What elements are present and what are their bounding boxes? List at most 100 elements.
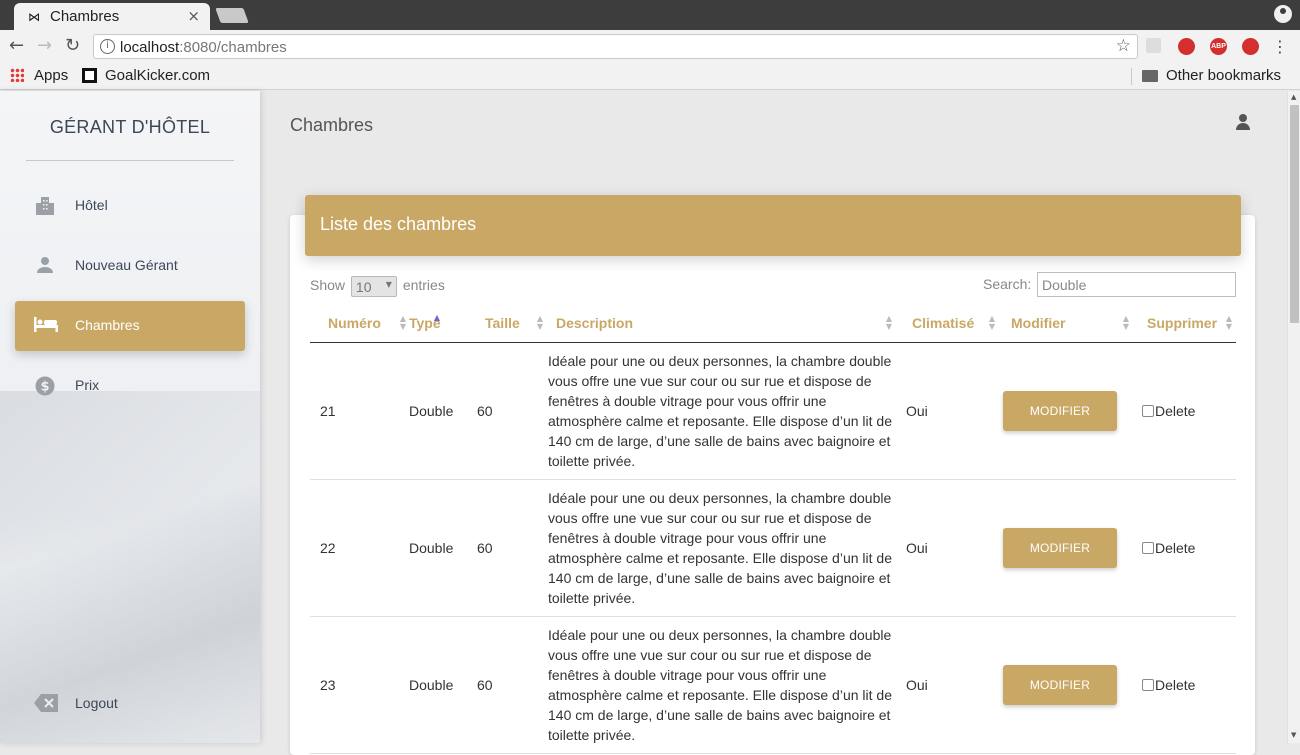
room-size: 60 [477,479,548,617]
table-row: 23 Double 60 Idéale pour une ou deux per… [310,616,1236,754]
bookmark-goalkicker[interactable]: GoalKicker.com [105,67,210,84]
browser-tab[interactable]: ⋈ Chambres × [14,3,210,30]
room-description: Idéale pour une ou deux personnes, la ch… [548,479,904,617]
column-header-type[interactable]: Type ▲ [409,304,477,343]
room-number-link[interactable]: 23 [310,616,409,754]
search-input[interactable] [1037,272,1236,297]
column-header-label: Modifier [1011,314,1066,331]
new-tab-button[interactable] [215,8,249,23]
back-arrow-icon[interactable]: ← [9,35,24,56]
modifier-button[interactable]: MODIFIER [1003,664,1117,705]
url-host: localhost [120,39,180,56]
brand-title[interactable]: GÉRANT D'HÔTEL [0,117,260,138]
delete-label: Delete [1155,402,1196,419]
sidebar-item-chambres[interactable]: Chambres [15,301,245,351]
browser-toolbar: ← → ↻ i localhost:8080/chambres ☆ ABP ⋮ [0,30,1300,63]
room-number-link[interactable]: 22 [310,479,409,617]
delete-label: Delete [1155,539,1196,556]
hand-stop-icon[interactable] [1178,38,1195,55]
bookmarks-separator [1131,68,1132,85]
column-header-climatise[interactable]: Climatisé ▲ ▼ [904,304,1003,343]
dropdown-arrow-icon: ▼ [385,280,392,289]
user-account-icon[interactable] [1235,113,1251,131]
show-label: Show [310,277,346,294]
folder-icon [1142,70,1158,82]
column-header-supprimer[interactable]: Supprimer ▲ ▼ [1139,304,1236,343]
sidebar-item-label: Nouveau Gérant [75,257,178,273]
sidebar: GÉRANT D'HÔTEL Hôtel Nouveau Gérant Cham… [0,91,260,743]
dollar-icon: $ [34,376,56,396]
room-description: Idéale pour une ou deux personnes, la ch… [548,616,904,754]
column-header-label: Supprimer [1147,314,1218,331]
delete-checkbox[interactable] [1142,678,1154,691]
scroll-down-icon[interactable]: ▼ [1291,731,1296,739]
column-header-numero[interactable]: Numéro ▲ ▼ [310,304,409,343]
info-icon[interactable]: i [100,39,115,54]
room-climatise: Oui [904,342,1003,480]
page-scrollbar[interactable]: ▲ ▼ [1287,91,1300,743]
entries-select[interactable]: 10 ▼ [350,276,397,297]
scroll-up-icon[interactable]: ▲ [1291,93,1296,101]
reload-icon[interactable]: ↻ [65,35,80,56]
modifier-button[interactable]: MODIFIER [1003,527,1117,568]
datatable-length: Show 10 ▼ entries [310,276,445,297]
readermode-icon[interactable] [1146,38,1161,53]
sort-icon: ▲ ▼ [1122,314,1129,331]
entries-select-value: 10 [355,279,372,295]
sidebar-item-hotel[interactable]: Hôtel [15,181,245,231]
building-icon [34,196,56,216]
rooms-table: Numéro ▲ ▼ Type ▲ Taille ▲ ▼ Description ▲ ▼ Cl… [310,304,1236,754]
search-label: Search: [983,276,1032,292]
sidebar-item-label: Chambres [75,317,140,333]
column-header-label: Description [556,314,634,331]
room-size: 60 [477,616,548,754]
delete-checkbox[interactable] [1142,404,1154,417]
person-icon [34,256,56,276]
column-header-modifier[interactable]: Modifier ▲ ▼ [1003,304,1139,343]
room-size: 60 [477,342,548,480]
profile-icon[interactable] [1274,5,1292,23]
scrollbar-thumb[interactable] [1290,105,1299,323]
browser-tabstrip: ⋈ Chambres × [0,0,1300,30]
room-type: Double [409,479,477,617]
modifier-cell: MODIFIER [1003,342,1139,480]
column-header-label: Climatisé [912,314,975,331]
page-title: Chambres [290,115,374,135]
apps-grid-icon [10,68,24,82]
table-row: 22 Double 60 Idéale pour une ou deux per… [310,479,1236,617]
supprimer-cell: Delete [1139,616,1236,754]
url-text: localhost:8080/chambres [120,39,287,56]
browser-menu-icon[interactable]: ⋮ [1272,37,1288,56]
table-row: 21 Double 60 Idéale pour une ou deux per… [310,342,1236,480]
address-bar[interactable]: i localhost:8080/chambres ☆ [93,34,1138,59]
room-description: Idéale pour une ou deux personnes, la ch… [548,342,904,480]
room-climatise: Oui [904,479,1003,617]
sidebar-item-nouveau-gerant[interactable]: Nouveau Gérant [15,241,245,291]
bookmarks-bar: Apps GoalKicker.com Other bookmarks [0,63,1300,90]
table-header-row: Numéro ▲ ▼ Type ▲ Taille ▲ ▼ Description ▲ ▼ Cl… [310,304,1236,343]
modifier-button[interactable]: MODIFIER [1003,390,1117,431]
column-header-description[interactable]: Description ▲ ▼ [548,304,904,343]
supprimer-cell: Delete [1139,479,1236,617]
sidebar-item-logout[interactable]: Logout [15,679,245,729]
column-header-label: Taille [485,314,520,331]
delete-ext-icon[interactable] [1242,38,1259,55]
sidebar-item-label: Prix [75,377,100,393]
sidebar-item-label: Logout [75,695,118,711]
room-number-link[interactable]: 21 [310,342,409,480]
forward-arrow-icon[interactable]: → [37,35,52,56]
bookmark-apps[interactable]: Apps [34,67,68,84]
adblock-icon[interactable]: ABP [1210,38,1227,55]
bookmark-other[interactable]: Other bookmarks [1166,67,1281,84]
sidebar-item-label: Hôtel [75,197,108,213]
column-header-taille[interactable]: Taille ▲ ▼ [477,304,548,343]
sort-icon: ▲ ▼ [399,314,406,331]
delete-label: Delete [1155,676,1196,693]
tab-title: Chambres [50,8,120,25]
card-header: Liste des chambres [305,195,1241,256]
bowtie-favicon-icon: ⋈ [28,10,40,24]
close-tab-icon[interactable]: × [187,7,200,25]
delete-checkbox[interactable] [1142,541,1154,554]
bookmark-star-icon[interactable]: ☆ [1116,36,1131,56]
sidebar-item-prix[interactable]: $ Prix [15,361,245,411]
